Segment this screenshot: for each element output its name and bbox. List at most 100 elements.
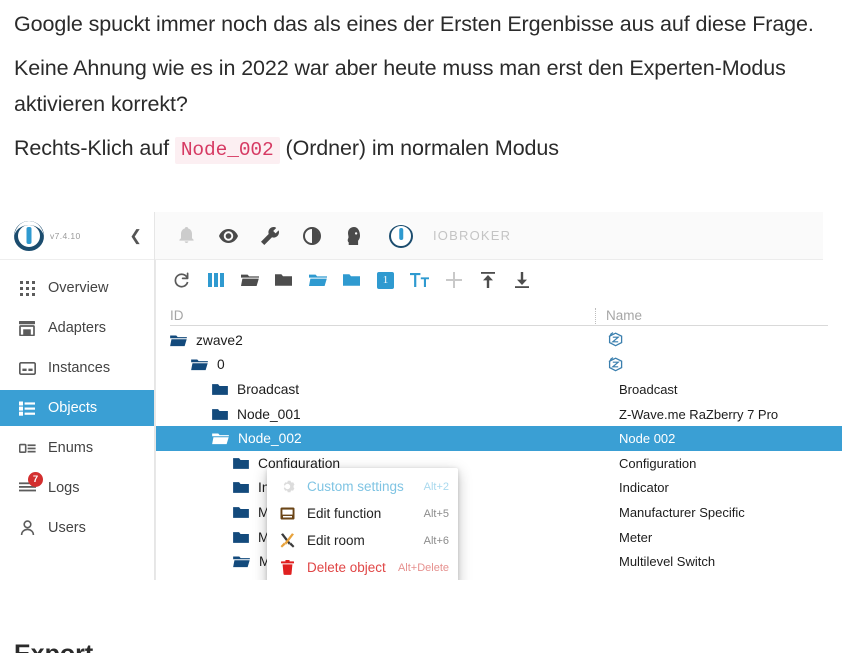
objects-column-header: ID Name — [170, 300, 828, 326]
depth-level-value: 1 — [377, 271, 394, 289]
object-name-cell: Broadcast — [619, 381, 678, 397]
sidebar-item-label: Logs — [48, 480, 80, 496]
collapse-selected-button[interactable] — [304, 267, 331, 294]
folder-icon[interactable] — [233, 531, 249, 544]
eye-icon[interactable] — [213, 221, 243, 251]
expand-all-button[interactable] — [270, 267, 297, 294]
objects-tree: zwave2 0 Broadcast Broadcast Node_001 Z-Wave.… — [156, 328, 842, 574]
table-row[interactable]: Manufacturer SpecificManufacturer Specif… — [156, 500, 842, 525]
expand-selected-button[interactable] — [338, 267, 365, 294]
table-row[interactable]: Broadcast Broadcast — [156, 377, 842, 402]
iobroker-brand-icon — [388, 223, 413, 248]
sidebar-item-label: Enums — [48, 440, 94, 456]
sidebar-nav: Overview Adapters Instances Objects Enum… — [0, 260, 154, 546]
sidebar-item-enums[interactable]: Enums — [0, 430, 154, 466]
object-name-cell — [595, 330, 625, 350]
folder-icon[interactable] — [233, 481, 249, 494]
menu-item-label: Edit function — [307, 506, 382, 521]
object-id-cell: Node_002 — [156, 431, 595, 446]
bell-icon[interactable] — [171, 221, 201, 251]
logs-badge-count: 7 — [28, 472, 43, 487]
header-divider — [170, 325, 828, 326]
menu-item-label: Edit room — [307, 533, 365, 548]
tools-icon — [279, 532, 296, 549]
folder-icon[interactable] — [170, 334, 187, 347]
sidebar-item-logs[interactable]: 7 Logs — [0, 470, 154, 506]
sidebar-item-adapters[interactable]: Adapters — [0, 310, 154, 346]
add-object-button[interactable] — [440, 267, 467, 294]
folder-icon[interactable] — [233, 555, 250, 568]
sidebar-item-users[interactable]: Users — [0, 510, 154, 546]
object-name-cell: Manufacturer Specific — [619, 504, 745, 520]
function-icon — [279, 505, 296, 522]
columns-button[interactable] — [202, 267, 229, 294]
menu-item-edit-function[interactable]: Edit function Alt+5 — [267, 500, 458, 527]
table-row[interactable]: zwave2 — [156, 328, 842, 353]
object-name-cell: Z-Wave.me RaZberry 7 Pro — [619, 406, 779, 422]
app-toolbar: IOBROKER — [155, 212, 823, 260]
wrench-icon[interactable] — [255, 221, 285, 251]
table-row[interactable]: Multilevel SwitchMultilevel Switch — [156, 549, 842, 574]
menu-item-edit-room[interactable]: Edit room Alt+6 — [267, 527, 458, 554]
folder-icon[interactable] — [233, 457, 249, 470]
menu-item-shortcut: Alt+2 — [423, 480, 449, 493]
contrast-icon[interactable] — [297, 221, 327, 251]
folder-icon[interactable] — [233, 506, 249, 519]
sidebar: v7.4.10 ❮ Overview Adapters Instances Ob… — [0, 212, 155, 580]
sidebar-item-label: Instances — [48, 360, 111, 376]
menu-item-shortcut: Alt+6 — [423, 534, 449, 547]
inline-code-node-002: Node_002 — [174, 137, 280, 164]
user-head-icon[interactable] — [339, 221, 369, 251]
table-row[interactable]: MeterMeter — [156, 525, 842, 550]
forum-post-body: Google spuckt immer noch das als eines d… — [0, 0, 842, 168]
sidebar-item-label: Overview — [48, 280, 109, 296]
table-row[interactable]: Configuration Configuration — [156, 451, 842, 476]
page-root: Google spuckt immer noch das als eines d… — [0, 0, 842, 653]
sidebar-item-overview[interactable]: Overview — [0, 270, 154, 306]
objects-panel: 1 ID Name zwave2 0 Broadcast Broadcast N… — [155, 260, 842, 580]
table-row[interactable]: Node_002 Node 002 — [156, 426, 842, 451]
sidebar-item-instances[interactable]: Instances — [0, 350, 154, 386]
folder-icon[interactable] — [191, 358, 208, 371]
post-paragraph-2: Keine Ahnung wie es in 2022 war aber heu… — [14, 56, 786, 116]
menu-item-custom-settings[interactable]: Custom settings Alt+2 — [267, 473, 458, 500]
object-name-cell: Indicator — [619, 480, 669, 496]
iobroker-logo-icon — [14, 220, 44, 251]
table-row[interactable]: Node_001 Z-Wave.me RaZberry 7 Pro — [156, 402, 842, 427]
menu-item-delete-object[interactable]: Delete object Alt+Delete — [267, 554, 458, 580]
folder-icon[interactable] — [212, 408, 228, 421]
sidebar-collapse-button[interactable]: ❮ — [129, 228, 142, 243]
object-name-cell: Configuration — [619, 455, 697, 471]
sidebar-item-objects[interactable]: Objects — [0, 390, 154, 426]
table-row[interactable]: 0 — [156, 353, 842, 378]
collapse-all-button[interactable] — [236, 267, 263, 294]
object-id-cell: Broadcast — [156, 382, 595, 397]
folder-icon[interactable] — [212, 383, 228, 396]
context-menu: Custom settings Alt+2 Edit function Alt+… — [267, 468, 458, 580]
export-button[interactable] — [508, 267, 535, 294]
menu-item-label: Delete object — [307, 560, 386, 575]
object-id-cell: 0 — [156, 357, 595, 372]
object-id-cell: zwave2 — [156, 333, 595, 348]
object-name-cell: Multilevel Switch — [619, 554, 716, 570]
refresh-button[interactable] — [168, 267, 195, 294]
folder-icon[interactable] — [212, 432, 229, 445]
menu-item-label: Custom settings — [307, 479, 404, 494]
sidebar-header: v7.4.10 ❮ — [0, 212, 154, 260]
object-id-cell: Node_001 — [156, 407, 595, 422]
post-text-before-code: Rechts-Klich auf — [14, 136, 175, 160]
depth-level-button[interactable]: 1 — [372, 267, 399, 294]
table-row[interactable]: IndicatorIndicator — [156, 476, 842, 501]
text-size-button[interactable] — [406, 267, 433, 294]
post-paragraph-3: Rechts-Klich auf Node_002 (Ordner) im no… — [14, 130, 828, 168]
import-button[interactable] — [474, 267, 501, 294]
post-text-after-code: (Ordner) im normalen Modus — [279, 136, 560, 160]
person-icon — [18, 519, 36, 537]
object-id-label: Broadcast — [237, 381, 300, 397]
embedded-screenshot: v7.4.10 ❮ Overview Adapters Instances Ob… — [0, 212, 842, 580]
object-id-label: Node_002 — [238, 431, 302, 447]
trash-icon — [279, 559, 296, 576]
sidebar-item-label: Adapters — [48, 320, 107, 336]
post-paragraph-1: Google spuckt immer noch das als eines d… — [14, 12, 814, 36]
zwave-icon — [595, 355, 625, 375]
